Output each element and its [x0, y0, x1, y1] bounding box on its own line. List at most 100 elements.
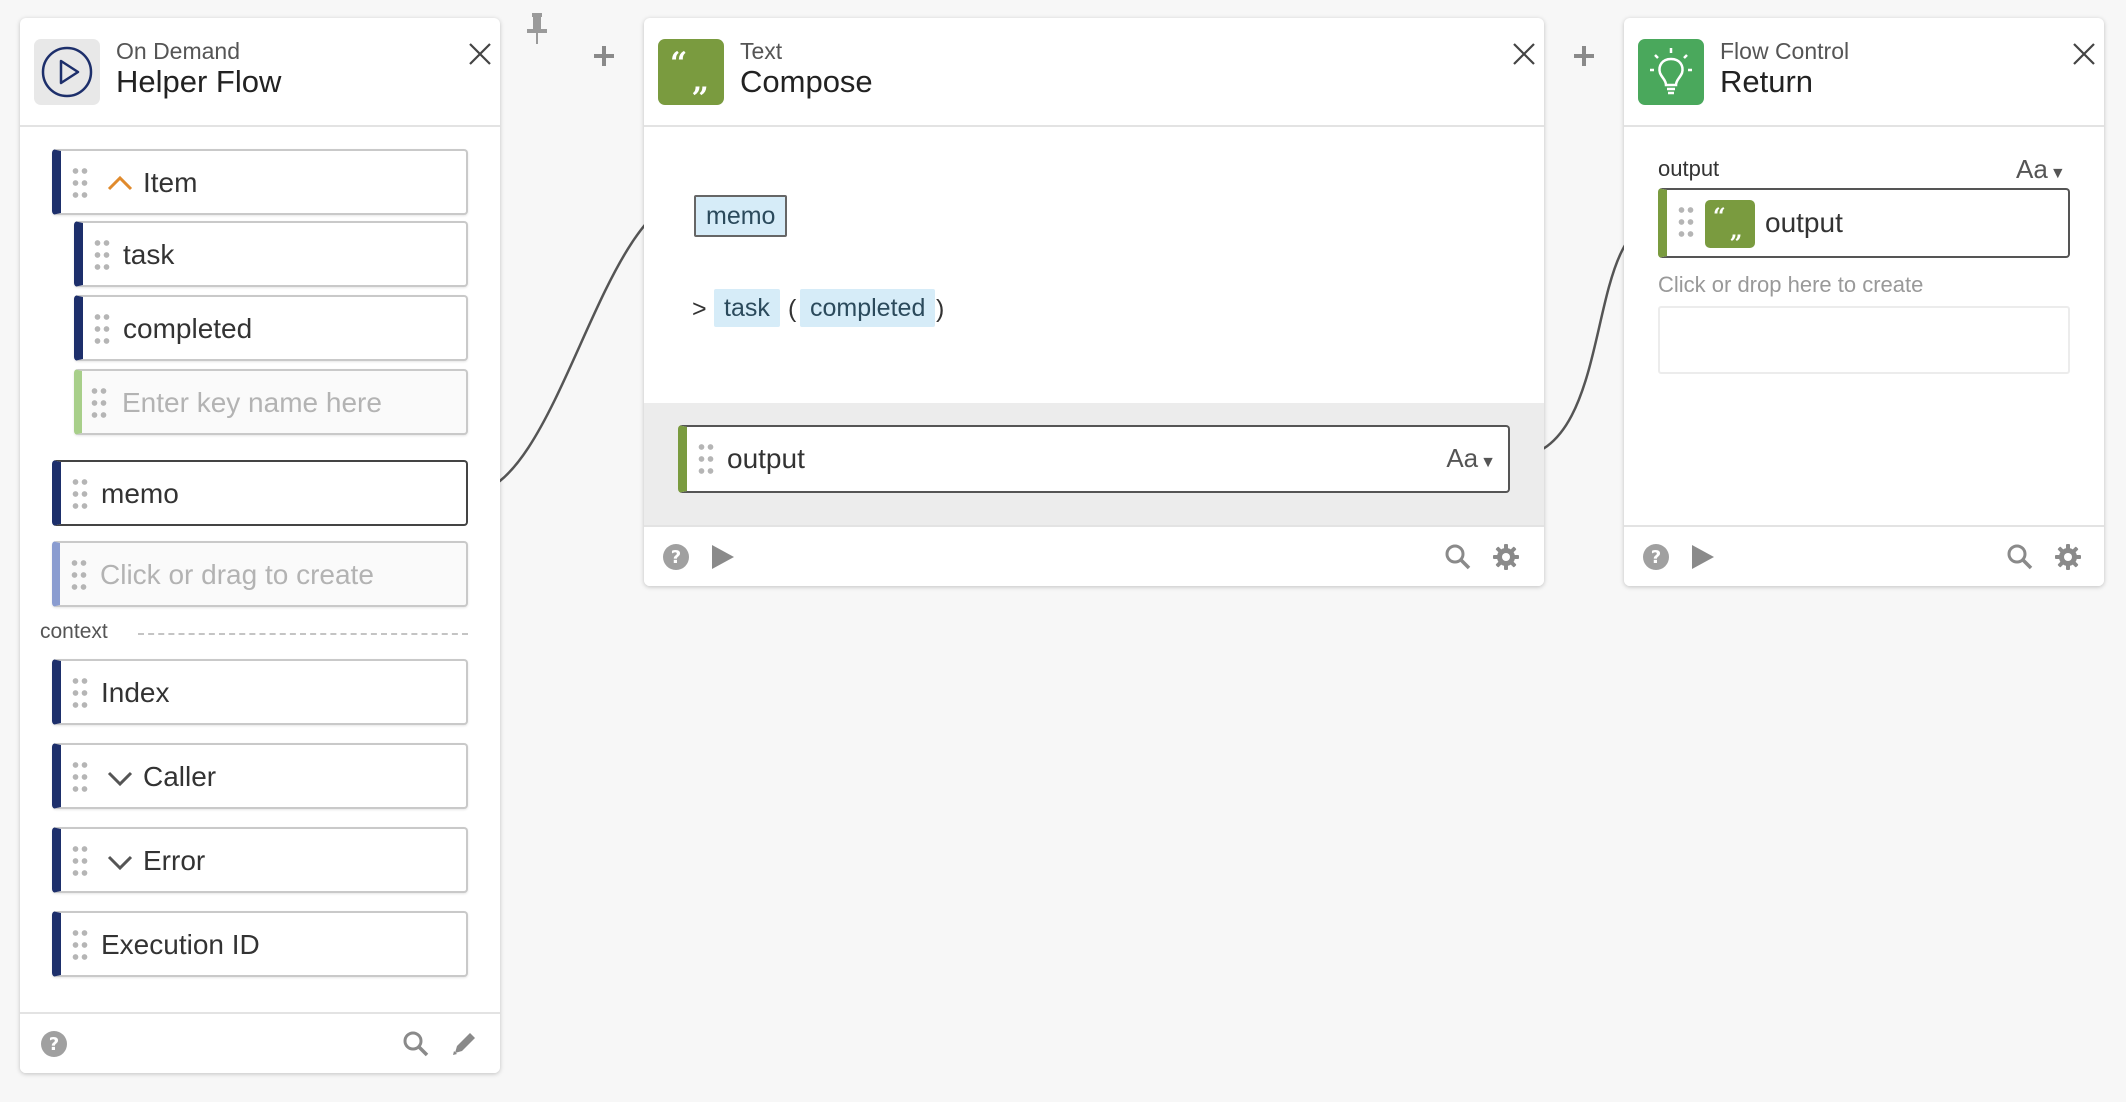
- settings-icon[interactable]: [2054, 543, 2082, 571]
- return-output-row[interactable]: “ „ output: [1658, 188, 2070, 258]
- drop-placeholder-text: Click or drop here to create: [1658, 272, 1924, 297]
- key-name-placeholder: Enter key name here: [122, 387, 382, 418]
- input-item-row[interactable]: Item: [52, 149, 468, 215]
- input-completed-row[interactable]: completed: [74, 295, 468, 361]
- card-footer: ?: [644, 525, 1544, 586]
- output-label: output: [1765, 207, 1843, 238]
- run-icon[interactable]: [708, 543, 736, 571]
- search-icon[interactable]: [1444, 543, 1472, 571]
- svg-text:?: ?: [49, 1034, 59, 1055]
- edit-icon[interactable]: [450, 1030, 478, 1058]
- card-subtitle: Flow Control: [1720, 38, 1850, 64]
- task-token[interactable]: task: [714, 289, 780, 327]
- output-section: output Aa ▼: [644, 403, 1544, 525]
- search-icon[interactable]: [402, 1030, 430, 1058]
- caret-down-icon: ▼: [2049, 165, 2066, 182]
- drag-handle[interactable]: [71, 476, 89, 512]
- compose-text-editor[interactable]: memo > task ( completed ): [644, 127, 1544, 419]
- chevron-up-icon[interactable]: [105, 169, 135, 199]
- card-subtitle: Text: [740, 38, 783, 64]
- drag-handle[interactable]: [93, 311, 111, 347]
- card-header: “ „ Text Compose: [644, 18, 1544, 127]
- help-icon[interactable]: ?: [1642, 543, 1670, 571]
- context-caller-row[interactable]: Caller: [52, 743, 468, 809]
- chevron-down-icon[interactable]: [105, 763, 135, 793]
- context-error-row[interactable]: Error: [52, 827, 468, 893]
- output-label: output: [727, 443, 805, 474]
- memo-token[interactable]: memo: [694, 195, 788, 237]
- input-memo-row[interactable]: memo: [52, 460, 468, 526]
- card-title: Compose: [740, 64, 873, 99]
- svg-text:„: „: [692, 64, 709, 99]
- close-icon[interactable]: [466, 40, 494, 68]
- completed-label: completed: [123, 313, 253, 344]
- drop-zone[interactable]: [1658, 306, 2070, 374]
- context-section-label: context: [40, 620, 108, 643]
- play-circle-icon: [34, 39, 100, 105]
- context-divider: [138, 633, 468, 635]
- drag-handle[interactable]: [71, 675, 89, 711]
- type-selector[interactable]: Aa ▼: [1446, 443, 1496, 474]
- card-header: Flow Control Return: [1624, 18, 2104, 127]
- greater-than-text: >: [692, 295, 707, 323]
- close-paren-text: ): [936, 295, 945, 323]
- context-index-row[interactable]: Index: [52, 659, 468, 725]
- context-item-label: Error: [143, 845, 206, 876]
- card-footer: ?: [20, 1012, 500, 1073]
- caret-down-icon: ▼: [1480, 454, 1496, 471]
- svg-text:“: “: [670, 46, 687, 81]
- lightbulb-icon: [1638, 39, 1704, 105]
- settings-icon[interactable]: [1492, 543, 1520, 571]
- context-item-label: Caller: [143, 761, 217, 792]
- chevron-down-icon[interactable]: [105, 847, 135, 877]
- add-step-button[interactable]: [592, 44, 616, 68]
- card-footer: ?: [1624, 525, 2104, 586]
- completed-token[interactable]: completed: [800, 289, 936, 327]
- drag-handle[interactable]: [71, 927, 89, 963]
- compose-card[interactable]: “ „ Text Compose memo > task ( completed…: [644, 18, 1544, 586]
- svg-text:?: ?: [1651, 547, 1661, 568]
- pin-icon[interactable]: [524, 10, 550, 46]
- quote-icon: “ „: [1705, 200, 1755, 248]
- helper-flow-card[interactable]: On Demand Helper Flow Item task complete…: [20, 18, 500, 1073]
- type-selector-label: Aa: [1446, 443, 1479, 473]
- context-item-label: Execution ID: [101, 929, 260, 960]
- search-icon[interactable]: [2006, 543, 2034, 571]
- help-icon[interactable]: ?: [40, 1030, 68, 1058]
- create-input-placeholder[interactable]: Click or drag to create: [52, 541, 468, 607]
- return-card[interactable]: Flow Control Return output Aa ▼ “ „ outpu…: [1624, 18, 2104, 586]
- type-selector[interactable]: Aa ▼: [2016, 154, 2066, 185]
- card-title: Return: [1720, 64, 1814, 99]
- drag-handle: [70, 557, 88, 593]
- close-icon[interactable]: [1510, 40, 1538, 68]
- svg-text:?: ?: [671, 547, 681, 568]
- close-icon[interactable]: [2070, 40, 2098, 68]
- drag-handle[interactable]: [71, 759, 89, 795]
- type-selector-label: Aa: [2016, 154, 2048, 184]
- card-subtitle: On Demand: [116, 38, 241, 64]
- card-header: On Demand Helper Flow: [20, 18, 500, 127]
- drag-handle[interactable]: [1677, 204, 1695, 240]
- input-task-row[interactable]: task: [74, 221, 468, 287]
- item-label: Item: [143, 167, 198, 198]
- drag-handle[interactable]: [697, 441, 715, 477]
- quote-icon: “ „: [658, 39, 724, 105]
- help-icon[interactable]: ?: [662, 543, 690, 571]
- card-title: Helper Flow: [116, 64, 282, 99]
- svg-text:“: “: [1713, 204, 1726, 230]
- memo-label: memo: [101, 478, 179, 509]
- drag-handle[interactable]: [71, 165, 89, 201]
- add-step-button[interactable]: [1572, 44, 1596, 68]
- compose-output-row[interactable]: output Aa ▼: [678, 425, 1510, 493]
- context-execution-id-row[interactable]: Execution ID: [52, 911, 468, 977]
- drag-handle[interactable]: [71, 843, 89, 879]
- context-item-label: Index: [101, 677, 170, 708]
- drag-handle[interactable]: [93, 237, 111, 273]
- create-placeholder-text: Click or drag to create: [100, 559, 374, 590]
- task-label: task: [123, 239, 175, 270]
- open-paren-text: (: [788, 295, 797, 323]
- run-icon[interactable]: [1688, 543, 1716, 571]
- key-name-input[interactable]: Enter key name here: [74, 369, 468, 435]
- svg-text:„: „: [1730, 218, 1743, 244]
- drag-handle: [90, 385, 108, 421]
